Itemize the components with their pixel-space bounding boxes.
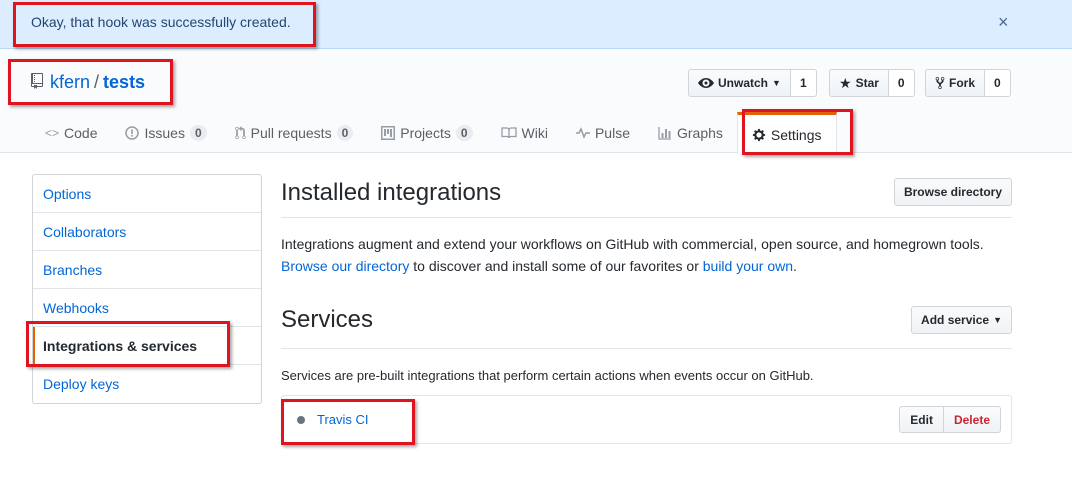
star-icon: ★ (839, 74, 852, 91)
delete-service-button[interactable]: Delete (943, 406, 1001, 433)
services-subhead: Services Add service ▼ (281, 305, 1012, 349)
issue-icon (125, 126, 140, 140)
repo-nav-tabs: <> Code Issues 0 Pull requests 0 Project… (31, 112, 837, 154)
repo-owner-link[interactable]: kfern (50, 72, 90, 92)
tab-counter: 0 (336, 125, 354, 141)
integrations-description: Integrations augment and extend your wor… (281, 233, 1012, 277)
star-label: Star (855, 76, 879, 90)
add-service-label: Add service (921, 313, 990, 327)
tab-settings[interactable]: Settings (736, 112, 837, 154)
unwatch-button[interactable]: Unwatch ▼ (688, 69, 791, 97)
close-icon[interactable]: × (998, 12, 1009, 32)
fork-count[interactable]: 0 (985, 69, 1011, 97)
sidebar-item-webhooks[interactable]: Webhooks (33, 289, 261, 327)
repo-separator: / (94, 72, 100, 92)
fork-button[interactable]: Fork (925, 69, 986, 97)
tab-label: Code (64, 125, 98, 141)
graph-icon (658, 126, 672, 140)
tab-counter: 0 (189, 125, 207, 141)
tab-label: Settings (770, 126, 822, 143)
sidebar-item-branches[interactable]: Branches (33, 251, 261, 289)
pulse-icon (575, 127, 590, 139)
caret-down-icon: ▼ (772, 78, 781, 88)
tab-pull-requests[interactable]: Pull requests 0 (221, 113, 368, 153)
integrations-desc-end: . (793, 258, 797, 274)
tab-label: Issues (144, 125, 185, 141)
fork-icon (935, 76, 945, 90)
flash-message: Okay, that hook was successfully created… (31, 14, 291, 30)
watch-count[interactable]: 1 (790, 69, 817, 97)
tab-label: Pull requests (250, 125, 332, 141)
repo-title: kfern / tests (50, 72, 145, 93)
integrations-subhead: Installed integrations Browse directory (281, 170, 1012, 218)
fork-group: Fork 0 (925, 69, 1011, 97)
service-actions: Edit Delete (899, 406, 1001, 433)
tab-graphs[interactable]: Graphs (644, 113, 737, 153)
code-icon: <> (45, 126, 60, 140)
build-your-own-link[interactable]: build your own (703, 258, 793, 274)
tab-label: Projects (400, 125, 451, 141)
tab-counter: 0 (455, 125, 473, 141)
tab-label: Pulse (594, 125, 630, 141)
watch-group: Unwatch ▼ 1 (688, 69, 817, 97)
repo-icon (31, 73, 45, 89)
star-button[interactable]: ★ Star (829, 69, 889, 97)
integrations-desc-mid: to discover and install some of our favo… (409, 258, 703, 274)
caret-down-icon: ▼ (993, 315, 1002, 325)
gear-icon (752, 128, 766, 142)
repo-header: kfern / tests Unwatch ▼ 1 ★ Star 0 Fork 0 … (0, 49, 1072, 154)
status-dot-icon (297, 416, 305, 424)
sidebar-item-deploy-keys[interactable]: Deploy keys (33, 365, 261, 403)
add-service-button[interactable]: Add service ▼ (911, 306, 1012, 334)
service-name-link[interactable]: Travis CI (317, 412, 369, 427)
service-row: Travis CI Edit Delete (281, 395, 1012, 444)
tab-code[interactable]: <> Code (31, 113, 111, 153)
tab-projects[interactable]: Projects 0 (367, 113, 486, 153)
browse-directory-link[interactable]: Browse our directory (281, 258, 409, 274)
star-count[interactable]: 0 (888, 69, 915, 97)
project-icon (381, 126, 396, 140)
edit-service-button[interactable]: Edit (899, 406, 944, 433)
tab-wiki[interactable]: Wiki (487, 113, 562, 153)
eye-icon (698, 77, 714, 89)
sidebar-item-collaborators[interactable]: Collaborators (33, 213, 261, 251)
pull-request-icon (234, 126, 246, 140)
main-content: Installed integrations Browse directory … (281, 170, 1012, 444)
flash-banner: Okay, that hook was successfully created… (0, 0, 1072, 49)
tab-issues[interactable]: Issues 0 (111, 113, 220, 153)
integrations-desc-line1: Integrations augment and extend your wor… (281, 236, 984, 252)
sidebar-item-integrations[interactable]: Integrations & services (33, 327, 261, 365)
sidebar-item-options[interactable]: Options (33, 175, 261, 213)
services-description: Services are pre-built integrations that… (281, 368, 814, 383)
browse-directory-button[interactable]: Browse directory (893, 178, 1012, 206)
integrations-title: Installed integrations (281, 179, 502, 206)
fork-label: Fork (949, 76, 976, 90)
star-group: ★ Star 0 (829, 69, 915, 97)
tab-label: Wiki (521, 125, 548, 141)
book-icon (500, 127, 517, 139)
services-title: Services (281, 306, 374, 333)
tab-pulse[interactable]: Pulse (562, 113, 644, 153)
unwatch-label: Unwatch (718, 76, 769, 90)
tab-label: Graphs (677, 125, 723, 141)
repo-name-link[interactable]: tests (103, 72, 145, 92)
settings-sidebar: Options Collaborators Branches Webhooks … (32, 174, 262, 404)
